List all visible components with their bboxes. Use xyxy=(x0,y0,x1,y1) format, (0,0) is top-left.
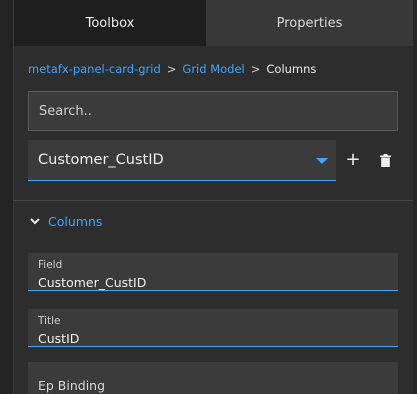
breadcrumb-separator: > xyxy=(250,62,261,76)
plus-icon[interactable]: + xyxy=(344,150,362,170)
breadcrumb: metafx-panel-card-grid > Grid Model > Co… xyxy=(28,62,316,76)
search-box xyxy=(28,91,398,131)
ep-binding-input[interactable]: Ep Binding xyxy=(28,362,398,394)
title-input[interactable]: Title CustID xyxy=(28,309,398,347)
column-select[interactable]: Customer_CustID xyxy=(28,140,336,181)
field-input[interactable]: Field Customer_CustID xyxy=(28,253,398,291)
search-input[interactable] xyxy=(29,92,397,130)
left-edge-strip xyxy=(0,0,14,394)
ep-binding-label: Ep Binding xyxy=(38,378,106,393)
breadcrumb-item-grid-model[interactable]: Grid Model xyxy=(182,62,244,76)
tab-toolbox[interactable]: Toolbox xyxy=(14,0,206,46)
field-label: Field xyxy=(38,259,63,271)
breadcrumb-item-panel[interactable]: metafx-panel-card-grid xyxy=(28,62,161,76)
tab-properties[interactable]: Properties xyxy=(206,0,413,46)
title-value: CustID xyxy=(38,331,80,346)
scrollbar-track[interactable] xyxy=(413,0,417,394)
caret-down-icon xyxy=(316,158,328,164)
properties-panel: Toolbox Properties metafx-panel-card-gri… xyxy=(0,0,417,394)
trash-icon[interactable] xyxy=(376,150,394,170)
section-divider xyxy=(14,200,413,201)
field-value: Customer_CustID xyxy=(38,275,147,290)
title-label: Title xyxy=(38,315,61,327)
section-label: Columns xyxy=(48,213,103,229)
breadcrumb-current: Columns xyxy=(266,62,317,76)
chevron-down-icon xyxy=(28,214,42,228)
column-select-value: Customer_CustID xyxy=(38,152,164,168)
breadcrumb-separator: > xyxy=(166,62,177,76)
trash-icon-glyph xyxy=(379,153,391,167)
columns-section-toggle[interactable]: Columns xyxy=(28,212,102,230)
panel-tabs: Toolbox Properties xyxy=(14,0,413,46)
